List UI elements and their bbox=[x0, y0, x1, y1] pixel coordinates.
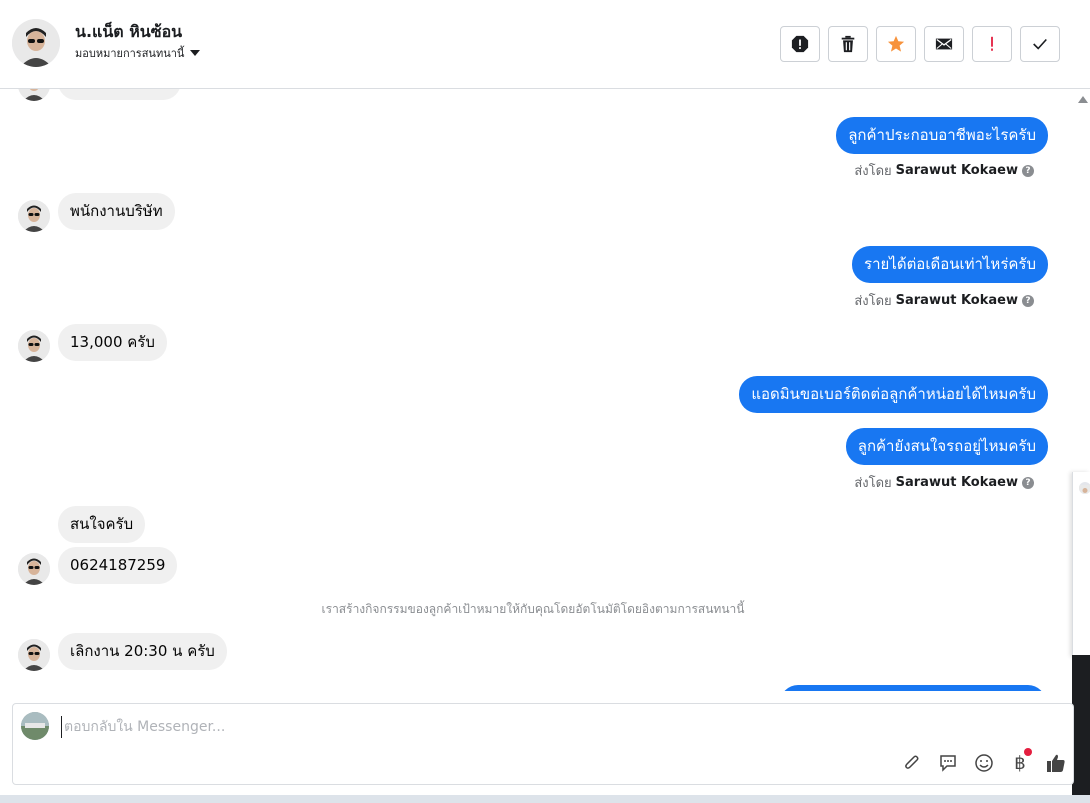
reply-input[interactable] bbox=[61, 716, 961, 738]
side-panel-edge[interactable] bbox=[1072, 472, 1090, 657]
help-icon[interactable]: ? bbox=[1022, 476, 1034, 489]
contact-message-avatar bbox=[18, 553, 50, 585]
saved-replies-button[interactable] bbox=[937, 752, 959, 774]
mark-spam-button[interactable] bbox=[780, 26, 820, 62]
notification-dot bbox=[1024, 748, 1032, 756]
incoming-message-bubble[interactable]: 13,000 ครับ bbox=[58, 324, 167, 361]
help-icon[interactable]: ? bbox=[1022, 294, 1034, 307]
outgoing-message-bubble[interactable]: ลูกค้าประกอบอาชีพอะไรครับ bbox=[836, 117, 1048, 154]
scroll-up-arrow-icon[interactable] bbox=[1078, 96, 1088, 103]
conversation-actions bbox=[780, 26, 1060, 62]
attach-button[interactable] bbox=[901, 752, 923, 774]
outgoing-message-bubble[interactable]: แอดมินขอเบอร์ติดต่อลูกค้าหน่อยได้ไหมครับ bbox=[739, 376, 1048, 413]
payment-button[interactable]: ฿ bbox=[1009, 748, 1032, 774]
exclamation-icon bbox=[991, 36, 993, 51]
outgoing-message-bubble[interactable] bbox=[780, 685, 1046, 691]
smiley-icon bbox=[975, 754, 993, 772]
contact-message-avatar bbox=[18, 200, 50, 232]
incoming-message-bubble[interactable]: พนักงานบริษัท bbox=[58, 193, 175, 230]
sent-by-line: ส่งโดย Sarawut Kokaew ? bbox=[854, 290, 1034, 311]
like-button[interactable] bbox=[1045, 752, 1067, 774]
mark-done-button[interactable] bbox=[1020, 26, 1060, 62]
star-button[interactable] bbox=[876, 26, 916, 62]
mark-unread-button[interactable] bbox=[924, 26, 964, 62]
sender-name[interactable]: Sarawut Kokaew bbox=[896, 163, 1018, 178]
trash-icon bbox=[841, 35, 855, 53]
contact-message-avatar bbox=[18, 639, 50, 671]
sender-name[interactable]: Sarawut Kokaew bbox=[896, 475, 1018, 490]
incoming-message-bubble[interactable]: 0624187259 bbox=[58, 547, 178, 584]
alert-octagon-icon bbox=[791, 35, 809, 53]
contact-message-avatar bbox=[18, 89, 50, 101]
caret-down-icon bbox=[190, 50, 201, 56]
bottom-strip bbox=[0, 795, 1090, 803]
composer-tools: ฿ bbox=[901, 748, 1067, 774]
incoming-message-bubble[interactable]: สนใจครับ bbox=[58, 506, 146, 543]
contact-message-avatar bbox=[18, 330, 50, 362]
contact-avatar[interactable] bbox=[12, 19, 60, 67]
message-composer: ฿ bbox=[12, 703, 1074, 785]
follow-up-button[interactable] bbox=[972, 26, 1012, 62]
assign-label: มอบหมายการสนทนานี้ bbox=[75, 47, 185, 60]
contact-name[interactable]: น.แน็ต หินซ้อน bbox=[75, 20, 182, 45]
envelope-icon bbox=[935, 38, 953, 50]
thumbs-up-icon bbox=[1047, 754, 1065, 772]
sent-by-line: ส่งโดย Sarawut Kokaew ? bbox=[854, 160, 1034, 181]
delete-button[interactable] bbox=[828, 26, 868, 62]
sent-by-line: ส่งโดย Sarawut Kokaew ? bbox=[854, 472, 1034, 493]
outgoing-message-bubble[interactable]: ลูกค้ายังสนใจรถอยู่ไหมครับ bbox=[845, 428, 1048, 465]
help-icon[interactable]: ? bbox=[1022, 164, 1034, 177]
conversation-header: น.แน็ต หินซ้อน มอบหมายการสนทนานี้ bbox=[0, 0, 1090, 89]
system-note: เราสร้างกิจกรรมของลูกค้าเป้าหมายให้กับคุ… bbox=[321, 602, 745, 616]
outgoing-message-bubble[interactable]: รายได้ต่อเดือนเท่าไหร่ครับ bbox=[852, 246, 1048, 283]
side-panel-dark-edge bbox=[1072, 655, 1090, 803]
sent-by-prefix: ส่งโดย bbox=[854, 294, 892, 309]
incoming-message-bubble[interactable]: เลิกงาน 20:30 น ครับ bbox=[58, 633, 227, 670]
sender-name[interactable]: Sarawut Kokaew bbox=[896, 293, 1018, 308]
sent-by-prefix: ส่งโดย bbox=[854, 164, 892, 179]
chat-bubble-icon bbox=[940, 755, 956, 772]
baht-icon: ฿ bbox=[1014, 752, 1026, 774]
message-thread[interactable]: ลูกค้าประกอบอาชีพอะไรครับ ส่งโดย Sarawut… bbox=[0, 89, 1076, 691]
check-icon bbox=[1033, 38, 1047, 50]
star-icon bbox=[887, 35, 905, 52]
incoming-message-bubble[interactable] bbox=[58, 89, 181, 100]
contact-mini-avatar bbox=[1079, 482, 1090, 494]
emoji-button[interactable] bbox=[973, 752, 995, 774]
assign-conversation-dropdown[interactable]: มอบหมายการสนทนานี้ bbox=[75, 44, 201, 62]
paperclip-icon bbox=[905, 755, 919, 769]
sent-by-prefix: ส่งโดย bbox=[854, 476, 892, 491]
page-avatar bbox=[21, 712, 49, 740]
